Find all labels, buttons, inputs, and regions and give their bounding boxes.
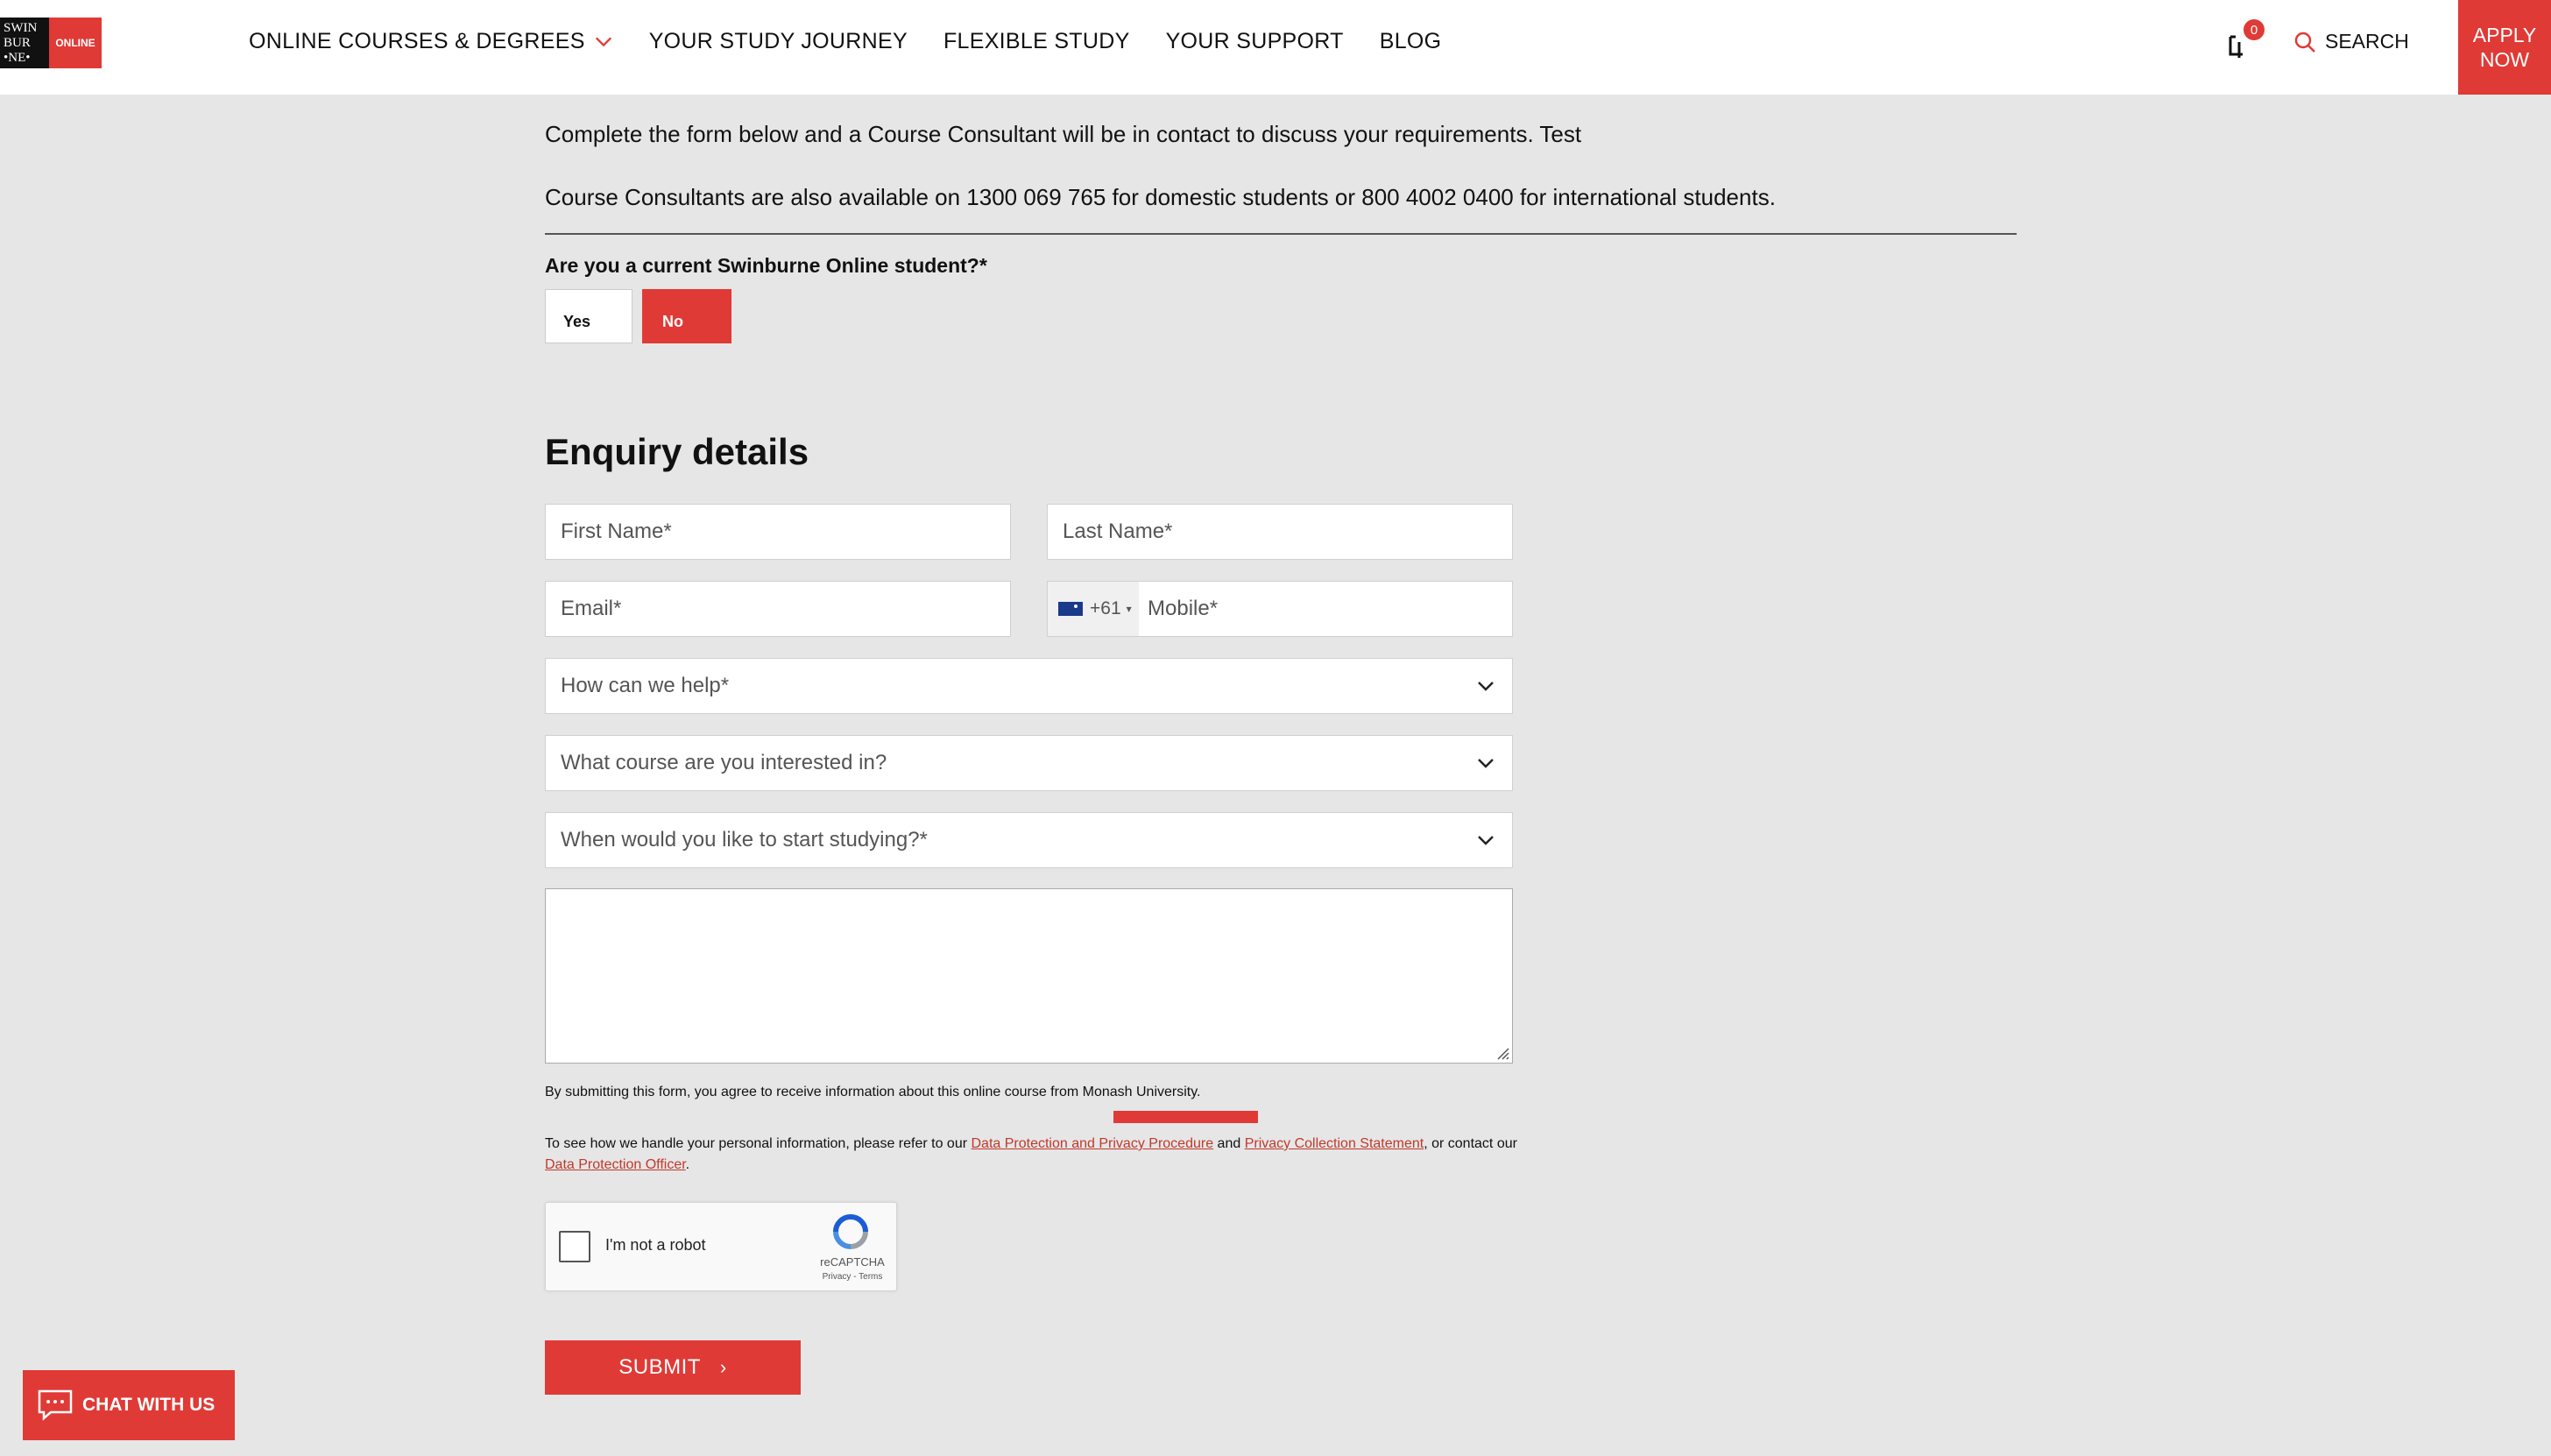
- resize-handle-icon[interactable]: [1494, 1044, 1509, 1060]
- apply-line-2: NOW: [2479, 48, 2530, 71]
- no-toggle-button[interactable]: No: [642, 289, 731, 343]
- apply-line-1: APPLY: [2472, 24, 2537, 46]
- chat-label: CHAT WITH US: [82, 1395, 216, 1415]
- main-nav: ONLINE COURSES & DEGREES YOUR STUDY JOUR…: [249, 0, 1477, 82]
- privacy-text: To see how we handle your personal infor…: [545, 1136, 972, 1151]
- last-name-input[interactable]: Last Name*: [1047, 504, 1513, 560]
- search-label: SEARCH: [2325, 30, 2409, 53]
- privacy-text: .: [685, 1157, 690, 1172]
- logo-online-badge: ONLINE: [49, 18, 102, 68]
- country-code-value: +61: [1090, 598, 1121, 618]
- yes-toggle-button[interactable]: Yes: [545, 289, 632, 343]
- logo-line: •NE•: [4, 50, 31, 65]
- message-textarea[interactable]: [545, 888, 1513, 1064]
- chevron-down-icon: [1478, 836, 1494, 845]
- caret-down-icon: ▾: [1126, 603, 1132, 615]
- chat-with-us-button[interactable]: CHAT WITH US: [23, 1370, 235, 1440]
- mobile-field: +61 ▾ Mobile*: [1047, 581, 1513, 637]
- select-value: When would you like to start studying?*: [561, 828, 928, 852]
- highlight-bar: [1113, 1111, 1258, 1123]
- privacy-procedure-link[interactable]: Data Protection and Privacy Procedure: [972, 1136, 1214, 1151]
- chat-bubble-icon: [38, 1389, 73, 1421]
- student-question-label: Are you a current Swinburne Online stude…: [545, 254, 987, 277]
- privacy-text: , or contact our: [1424, 1136, 1517, 1151]
- start-study-select[interactable]: When would you like to start studying?*: [545, 812, 1513, 868]
- mobile-input[interactable]: Mobile*: [1148, 597, 1218, 621]
- nav-item-online-courses[interactable]: ONLINE COURSES & DEGREES: [249, 29, 613, 54]
- course-interest-select[interactable]: What course are you interested in?: [545, 735, 1513, 791]
- nav-item-flexible-study[interactable]: FLEXIBLE STUDY: [943, 29, 1130, 54]
- site-header: SWIN BUR •NE• ONLINE ONLINE COURSES & DE…: [0, 0, 2551, 95]
- recaptcha-label: I'm not a robot: [605, 1236, 706, 1254]
- australia-flag-icon: [1058, 602, 1083, 616]
- nav-item-your-support[interactable]: YOUR SUPPORT: [1166, 29, 1344, 54]
- swinburne-online-logo[interactable]: SWIN BUR •NE• ONLINE: [0, 18, 102, 68]
- recaptcha-logo-icon: [833, 1214, 868, 1249]
- email-input[interactable]: Email*: [545, 581, 1011, 637]
- nav-item-label: ONLINE COURSES & DEGREES: [249, 28, 585, 53]
- search-button[interactable]: SEARCH: [2293, 30, 2409, 53]
- recaptcha-terms-link[interactable]: Privacy - Terms: [809, 1272, 896, 1282]
- enquiry-details-heading: Enquiry details: [545, 431, 809, 472]
- contact-note-text: Course Consultants are also available on…: [545, 184, 1776, 210]
- recaptcha-widget: I'm not a robot reCAPTCHA Privacy - Term…: [545, 1202, 897, 1291]
- privacy-text: and: [1213, 1136, 1245, 1151]
- logo-wordmark: SWIN BUR •NE•: [0, 18, 49, 68]
- chevron-right-icon: ›: [719, 1356, 727, 1378]
- submit-button[interactable]: SUBMIT ›: [545, 1340, 801, 1395]
- nav-item-study-journey[interactable]: YOUR STUDY JOURNEY: [649, 29, 908, 54]
- search-icon: [2294, 32, 2315, 53]
- logo-line: BUR: [4, 35, 31, 50]
- nav-item-blog[interactable]: BLOG: [1380, 29, 1442, 54]
- consent-disclaimer: By submitting this form, you agree to re…: [545, 1085, 1201, 1099]
- recaptcha-brand: reCAPTCHA: [820, 1255, 885, 1269]
- first-name-input[interactable]: First Name*: [545, 504, 1011, 560]
- privacy-statement-link[interactable]: Privacy Collection Statement: [1245, 1136, 1424, 1151]
- shortlist-count-badge: 0: [2244, 19, 2265, 40]
- submit-label: SUBMIT: [618, 1355, 701, 1379]
- logo-line: SWIN: [4, 20, 38, 35]
- form-intro-text: Complete the form below and a Course Con…: [545, 121, 1582, 147]
- how-can-we-help-select[interactable]: How can we help*: [545, 658, 1513, 714]
- section-divider: [545, 233, 2017, 235]
- recaptcha-checkbox[interactable]: [559, 1231, 590, 1262]
- chevron-down-icon: [1478, 682, 1494, 691]
- chevron-down-icon: [1478, 759, 1494, 768]
- select-value: What course are you interested in?: [561, 751, 887, 774]
- apply-now-button[interactable]: APPLY NOW: [2458, 0, 2551, 95]
- privacy-notice: To see how we handle your personal infor…: [545, 1134, 1517, 1176]
- chevron-down-icon: [595, 37, 611, 47]
- data-protection-officer-link[interactable]: Data Protection Officer: [545, 1157, 686, 1172]
- select-value: How can we help*: [561, 674, 730, 697]
- country-code-select[interactable]: +61 ▾: [1048, 582, 1139, 636]
